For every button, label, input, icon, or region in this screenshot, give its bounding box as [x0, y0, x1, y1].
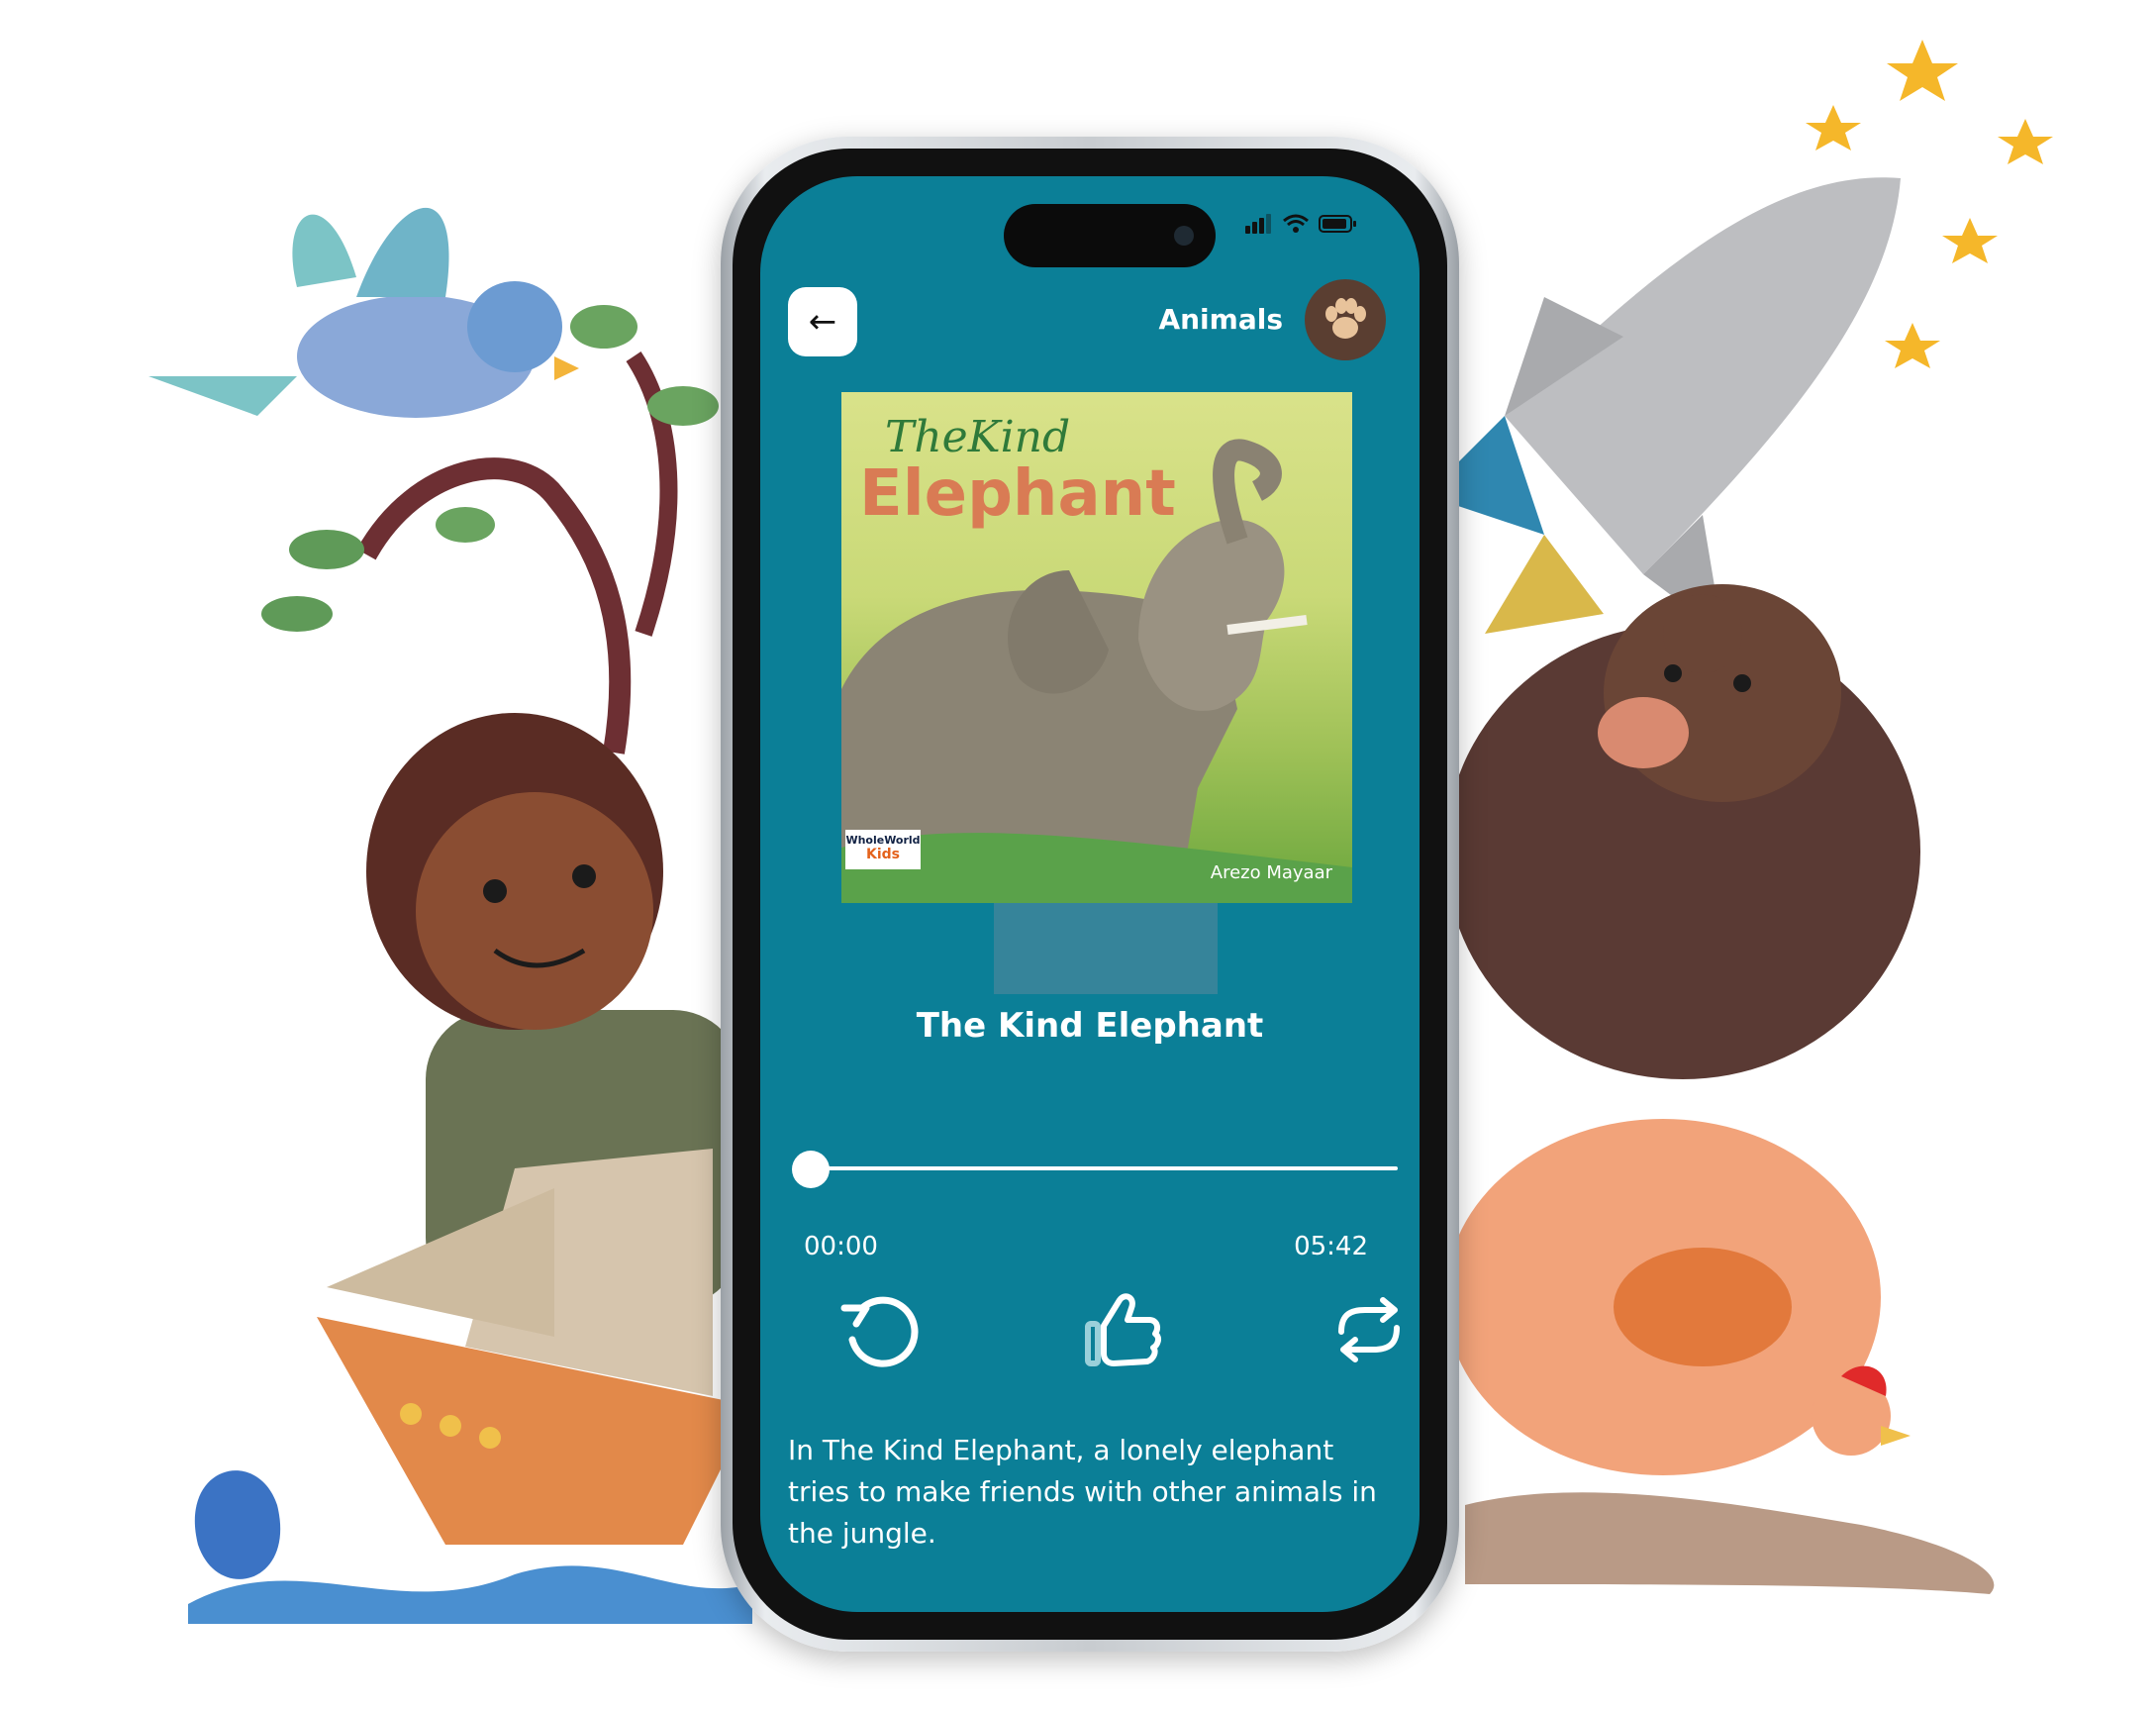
total-time: 05:42	[1294, 1232, 1368, 1261]
phone-bezel: ← Animals TheKind Elephant WholeWorld Ki…	[733, 149, 1447, 1640]
replay-button[interactable]	[826, 1275, 934, 1384]
like-button[interactable]	[1067, 1275, 1176, 1384]
thumbs-up-icon	[1085, 1293, 1162, 1366]
replay-icon	[840, 1296, 919, 1367]
elapsed-time: 00:00	[804, 1232, 878, 1261]
repeat-icon	[1338, 1297, 1400, 1362]
elephant-illustration	[841, 439, 1352, 903]
ground-illustration	[1465, 1492, 1995, 1594]
battery-icon	[1319, 214, 1358, 238]
phone-screen: ← Animals TheKind Elephant WholeWorld Ki…	[760, 176, 1420, 1612]
back-button[interactable]: ←	[788, 287, 857, 356]
back-arrow-icon: ←	[808, 302, 837, 342]
progress-track[interactable]	[810, 1166, 1398, 1170]
progress-thumb[interactable]	[792, 1151, 830, 1188]
camera-icon	[1174, 226, 1194, 246]
rocket-illustration	[1425, 177, 1901, 634]
bear-illustration	[1445, 584, 1920, 1079]
status-bar	[1245, 214, 1358, 238]
cover-author: Arezo Mayaar	[1210, 862, 1332, 883]
signal-icon	[1245, 214, 1273, 238]
publisher-logo: WholeWorld Kids	[845, 830, 921, 869]
phone-frame: ← Animals TheKind Elephant WholeWorld Ki…	[721, 137, 1459, 1652]
category-label: Animals	[1158, 303, 1283, 336]
wifi-icon	[1283, 214, 1309, 238]
ship-illustration	[317, 1149, 752, 1545]
bird-illustration	[148, 207, 579, 418]
category-avatar-button[interactable]	[1305, 279, 1386, 360]
story-description: In The Kind Elephant, a lonely elephant …	[788, 1434, 1377, 1550]
paw-icon	[1325, 298, 1366, 339]
cover-reflection	[994, 903, 1218, 994]
track-title: The Kind Elephant	[916, 1006, 1264, 1046]
hen-illustration	[1445, 1119, 1911, 1475]
book-cover: TheKind Elephant WholeWorld Kids Arezo M…	[841, 392, 1352, 903]
repeat-button[interactable]	[1315, 1275, 1420, 1384]
dynamic-island	[1004, 204, 1216, 267]
